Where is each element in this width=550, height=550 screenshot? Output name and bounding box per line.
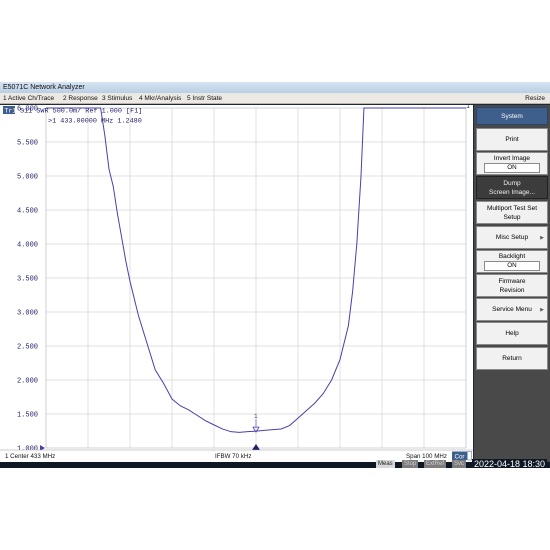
analyzer-screen: E5071C Network Analyzer 1 Active Ch/Trac… [0, 82, 550, 468]
extref-status: ExtRef [424, 460, 447, 468]
y-tick-label: 1.500 [17, 412, 38, 420]
marker-readout: >1 433.00000 MHz 1.2480 [48, 118, 142, 126]
y-tick-labels: 6.0005.5005.0004.5004.0003.5003.0002.500… [17, 106, 45, 454]
swr-chart: 6.0005.5005.0004.5004.0003.5003.0002.500… [0, 105, 473, 462]
service-menu-label: Service Menu [492, 306, 532, 313]
status-bar: Meas Stop ExtRef Svc 2022-04-18 18:30 [0, 459, 550, 468]
softkey-title-system: System [476, 107, 548, 125]
menu-mkr-analysis[interactable]: 4 Mkr/Analysis [139, 93, 181, 104]
backlight-value: ON [484, 260, 540, 271]
y-tick-label: 2.000 [17, 378, 38, 386]
submenu-arrow-icon: ▶ [540, 234, 544, 241]
menu-instr-state[interactable]: 5 Instr State [187, 93, 222, 104]
chart-grid [45, 107, 467, 449]
firmware-revision-label: Firmware Revision [498, 277, 526, 294]
menu-bar: 1 Active Ch/Trace 2 Response 3 Stimulus … [0, 93, 550, 104]
submenu-arrow-icon: ▶ [540, 306, 544, 313]
svc-status: Svc [452, 460, 467, 468]
print-button[interactable]: Print [476, 128, 548, 151]
right-reference-label: 1 [466, 105, 470, 110]
y-tick-label: 3.000 [17, 310, 38, 318]
trace-indicator: Tr1 [5, 108, 17, 115]
return-label: Return [502, 355, 522, 362]
menu-response[interactable]: 2 Response [63, 93, 98, 104]
active-marker-stimulus-icon [252, 444, 260, 450]
window-title: E5071C Network Analyzer [3, 84, 85, 91]
meas-status: Meas [376, 460, 395, 468]
service-menu-button[interactable]: Service Menu ▶ [476, 298, 548, 321]
graph-area: 6.000 5.500 5.000 4.500 4.000 3.500 3.000 2.500… [0, 105, 473, 462]
marker-1-label: 1 [254, 413, 258, 420]
firmware-revision-button[interactable]: Firmware Revision [476, 274, 548, 297]
backlight-label: Backlight [498, 252, 526, 260]
misc-setup-button[interactable]: Misc Setup ▶ [476, 226, 548, 249]
y-tick-label: 5.000 [17, 174, 38, 182]
backlight-button[interactable]: Backlight ON [476, 250, 548, 273]
misc-setup-label: Misc Setup [495, 234, 529, 241]
y-tick-label: 3.500 [17, 276, 38, 284]
multiport-test-set-setup-button[interactable]: Multiport Test Set Setup [476, 201, 548, 224]
span-readout: Span 100 MHz [406, 453, 447, 460]
y-tick-label: 5.500 [17, 140, 38, 148]
stop-status: Stop [402, 460, 419, 468]
help-button[interactable]: Help [476, 322, 548, 345]
invert-image-label: Invert Image [493, 154, 531, 162]
center-frequency: 1 Center 433 MHz [5, 453, 55, 460]
resize-button[interactable]: Resize [525, 93, 545, 104]
y-tick-label: 2.500 [17, 344, 38, 352]
print-label: Print [505, 136, 519, 143]
date-time-display: 2022-04-18 18:30 [471, 459, 547, 468]
help-label: Help [505, 330, 519, 337]
dump-screen-image-button[interactable]: Dump Screen Image... [476, 176, 548, 199]
ifbw-readout: IFBW 70 kHz [215, 453, 251, 460]
trace-header: S11 SWR 500.0m/ Ref 1.000 [F1] [20, 108, 142, 116]
menu-active-ch-trace[interactable]: 1 Active Ch/Trace [3, 93, 54, 104]
multiport-test-set-setup-label: Multiport Test Set Setup [486, 204, 538, 221]
menu-stimulus[interactable]: 3 Stimulus [102, 93, 132, 104]
return-button[interactable]: Return [476, 347, 548, 370]
y-tick-label: 4.000 [17, 242, 38, 250]
invert-image-value: ON [484, 162, 540, 173]
softkey-title-label: System [501, 112, 523, 120]
dump-screen-image-label: Dump Screen Image... [489, 179, 535, 196]
invert-image-button[interactable]: Invert Image ON [476, 152, 548, 175]
y-tick-label: 4.500 [17, 208, 38, 216]
window-title-bar: E5071C Network Analyzer [0, 82, 550, 93]
softkey-panel: System Print Invert Image ON Dump Screen… [474, 105, 550, 462]
